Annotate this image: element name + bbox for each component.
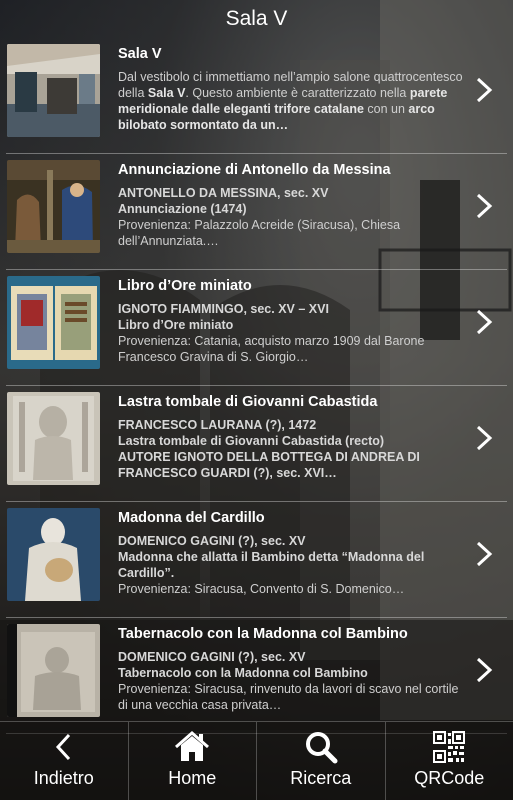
item-title: Sala V	[118, 46, 162, 62]
list-item-madonna-cardillo[interactable]: Madonna del Cardillo DOMENICO GAGINI (?)…	[6, 502, 507, 618]
chevron-right-icon	[473, 656, 495, 684]
chevron-right-icon	[473, 192, 495, 220]
home-icon	[174, 730, 210, 764]
item-work: Tabernacolo con la Madonna col Bambino	[118, 666, 368, 680]
tab-label: Ricerca	[290, 768, 352, 788]
page-title: Sala V	[225, 7, 288, 30]
tab-label: QRCode	[414, 768, 485, 788]
item-author: DOMENICO GAGINI (?), sec. XV	[118, 650, 306, 664]
item-provenance: Provenienza: Siracusa, Convento di S. Do…	[118, 582, 405, 596]
list-item-tabernacolo[interactable]: Tabernacolo con la Madonna col Bambino D…	[6, 618, 507, 734]
item-work: Lastra tombale di Giovanni Cabastida (re…	[118, 434, 385, 448]
tab-home[interactable]: Home	[129, 722, 257, 800]
item-author: FRANCESCO LAURANA (?), 1472	[118, 418, 317, 432]
item-description: Dal vestibolo ci immettiamo nell’ampio s…	[118, 70, 463, 132]
item-provenance: Provenienza: Palazzolo Acreide (Siracusa…	[118, 218, 401, 248]
chevron-left-icon	[54, 730, 74, 764]
qrcode-icon	[433, 730, 466, 764]
thumbnail-libro-dore	[7, 276, 100, 369]
list-item-lastra-tombale[interactable]: Lastra tombale di Giovanni Cabastida FRA…	[6, 386, 507, 502]
thumbnail-tabernacolo	[7, 624, 100, 717]
item-title: Tabernacolo con la Madonna col Bambino	[118, 626, 408, 642]
list-item-sala-v[interactable]: Sala V Dal vestibolo ci immettiamo nell’…	[6, 38, 507, 154]
tab-qrcode[interactable]: QRCode	[386, 722, 513, 800]
tab-label: Indietro	[33, 768, 94, 788]
item-title: Lastra tombale di Giovanni Cabastida	[118, 394, 378, 410]
item-work: Madonna che allatta il Bambino detta “Ma…	[118, 550, 425, 580]
thumbnail-annunciazione	[7, 160, 100, 253]
thumbnail-madonna-cardillo	[7, 508, 100, 601]
tab-ricerca[interactable]: Ricerca	[257, 722, 386, 800]
thumbnail-lastra-tombale	[7, 392, 100, 485]
chevron-right-icon	[473, 308, 495, 336]
item-author: IGNOTO FIAMMINGO, sec. XV – XVI	[118, 302, 329, 316]
list-item-annunciazione[interactable]: Annunciazione di Antonello da Messina AN…	[6, 154, 507, 270]
item-provenance: Provenienza: Catania, acquisto marzo 190…	[118, 334, 425, 364]
item-title: Madonna del Cardillo	[118, 510, 265, 526]
item-work: Annunciazione (1474)	[118, 202, 247, 216]
item-work: Libro d’Ore miniato	[118, 318, 234, 332]
item-provenance: Provenienza: Siracusa, rinvenuto da lavo…	[118, 682, 459, 712]
item-secondary-author: AUTORE IGNOTO DELLA BOTTEGA DI ANDREA DI…	[118, 450, 420, 480]
chevron-right-icon	[473, 424, 495, 452]
thumbnail-sala-v	[7, 44, 100, 137]
search-icon	[304, 730, 338, 764]
chevron-right-icon	[473, 540, 495, 568]
item-author: DOMENICO GAGINI (?), sec. XV	[118, 534, 306, 548]
artwork-list: Sala V Dal vestibolo ci immettiamo nell’…	[0, 38, 513, 734]
item-author: ANTONELLO DA MESSINA, sec. XV	[118, 186, 329, 200]
item-title: Annunciazione di Antonello da Messina	[118, 162, 391, 178]
tab-label: Home	[168, 768, 217, 788]
item-title: Libro d’Ore miniato	[118, 278, 252, 294]
tab-indietro[interactable]: Indietro	[0, 722, 129, 800]
chevron-right-icon	[473, 76, 495, 104]
list-item-libro-dore[interactable]: Libro d’Ore miniato IGNOTO FIAMMINGO, se…	[6, 270, 507, 386]
bottom-tab-bar: Indietro Home Ricerca QRCode	[0, 721, 513, 800]
